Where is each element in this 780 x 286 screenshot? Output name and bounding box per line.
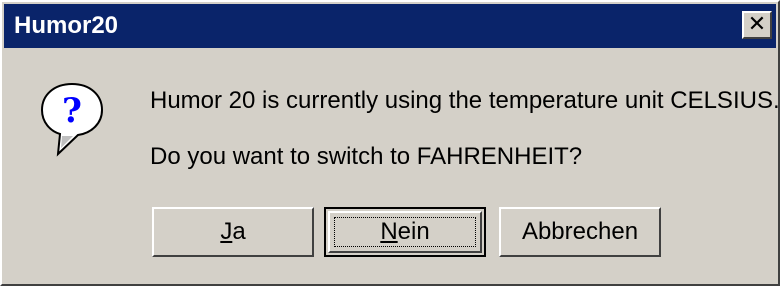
message-dialog: Humor20 ✕ ? Humor 20 is currently using …: [0, 0, 780, 286]
cancel-button[interactable]: Abbrechen: [499, 207, 661, 257]
question-icon: ?: [40, 82, 104, 157]
title-bar[interactable]: Humor20 ✕: [4, 4, 776, 48]
yes-button-label-rest: a: [232, 218, 246, 245]
message-line-1: Humor 20 is currently using the temperat…: [150, 87, 780, 114]
cancel-button-label: Abbrechen: [521, 218, 639, 245]
yes-button[interactable]: Ja: [152, 207, 314, 257]
window-title: Humor20: [14, 12, 119, 39]
close-icon: ✕: [747, 11, 767, 36]
question-mark-glyph: ?: [62, 91, 82, 131]
yes-button-mnemonic: J: [220, 218, 233, 245]
no-button-label-rest: ein: [397, 218, 430, 245]
message-line-2: Do you want to switch to FAHRENHEIT?: [150, 143, 583, 170]
close-button[interactable]: ✕: [742, 11, 772, 39]
no-button-mnemonic: N: [380, 218, 398, 245]
focus-rectangle: Nein: [334, 217, 476, 247]
no-button[interactable]: Nein: [324, 207, 486, 257]
